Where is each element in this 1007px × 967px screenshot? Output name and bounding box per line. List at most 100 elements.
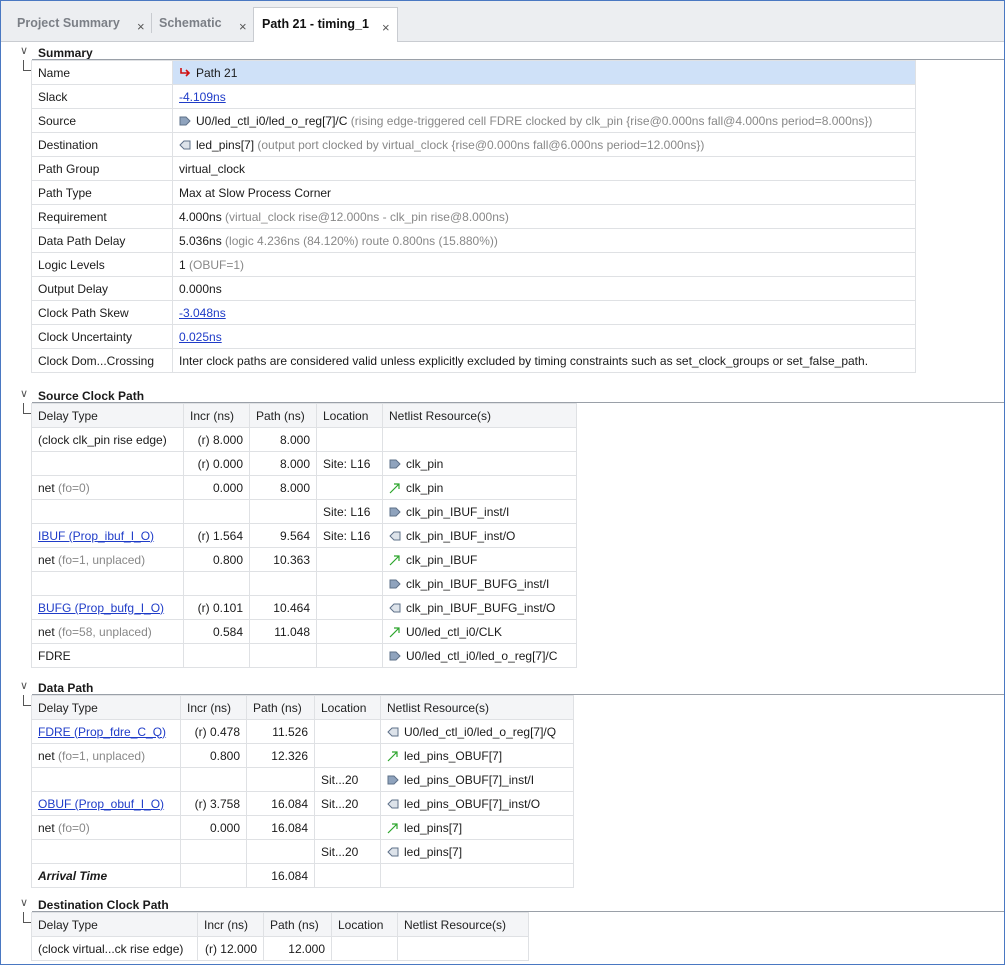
source-clock-path-header[interactable]: ∨ Source Clock Path (1, 387, 1004, 403)
table-row[interactable]: Site: L16 clk_pin_IBUF_inst/I (31, 499, 577, 524)
location-cell: Site: L16 (316, 523, 383, 548)
table-row[interactable]: OBUF (Prop_obuf_I_O) (r) 3.758 16.084 Sit..… (31, 791, 574, 816)
column-header[interactable]: Path (ns) (246, 695, 315, 720)
table-row[interactable]: Sit...20 led_pins[7] (31, 839, 574, 864)
table-row[interactable]: FDRE (Prop_fdre_C_Q) (r) 0.478 11.526 U0/le… (31, 719, 574, 744)
netlist-resource[interactable]: led_pins[7] (404, 845, 462, 859)
summary-row[interactable]: Name Path 21 (31, 60, 916, 85)
netlist-resource[interactable]: clk_pin_IBUF (406, 553, 477, 567)
summary-value[interactable]: -4.109ns (179, 90, 226, 104)
summary-row[interactable]: Requirement 4.000ns (virtual_clock rise@1… (31, 204, 916, 229)
netlist-resource[interactable]: led_pins[7] (404, 821, 462, 835)
table-row[interactable]: (clock clk_pin rise edge) (r) 8.000 8.000 (31, 427, 577, 452)
netlist-resource[interactable]: clk_pin (406, 457, 443, 471)
summary-row[interactable]: Clock Path Skew -3.048ns (31, 300, 916, 325)
path-icon (180, 68, 191, 77)
summary-value[interactable]: 0.025ns (179, 330, 222, 344)
summary-row[interactable]: Slack -4.109ns (31, 84, 916, 109)
tab-schematic[interactable]: Schematic × (151, 7, 251, 41)
table-row[interactable]: Arrival Time 16.084 (31, 863, 574, 888)
column-header[interactable]: Netlist Resource(s) (382, 403, 577, 428)
summary-row[interactable]: Logic Levels 1 (OBUF=1) (31, 252, 916, 277)
path-cell (246, 767, 315, 792)
netlist-resource-cell: U0/led_ctl_i0/CLK (382, 619, 577, 644)
summary-row[interactable]: Clock Dom...Crossing Inter clock paths ar… (31, 348, 916, 373)
location-cell (316, 571, 383, 596)
column-header[interactable]: Path (ns) (249, 403, 317, 428)
table-row[interactable]: net (fo=1, unplaced) 0.800 10.363 clk_pin_I… (31, 547, 577, 572)
summary-value[interactable]: -3.048ns (179, 306, 226, 320)
delay-type[interactable]: BUFG (Prop_bufg_I_O) (38, 601, 164, 615)
netlist-resource-cell: clk_pin_IBUF (382, 547, 577, 572)
summary-table: Name Path 21 Slack -4.109ns Source U0/led_ctl… (31, 60, 916, 373)
destination-clock-path-header[interactable]: ∨ Destination Clock Path (1, 896, 1004, 912)
netlist-resource[interactable]: led_pins_OBUF[7]_inst/I (404, 773, 534, 787)
table-row[interactable]: (clock virtual...ck rise edge) (r) 12.000… (31, 936, 529, 961)
summary-label: Name (31, 60, 173, 85)
column-header[interactable]: Incr (ns) (183, 403, 250, 428)
tab-path-21-timing[interactable]: Path 21 - timing_1 × (253, 7, 398, 42)
tab-project-summary[interactable]: Project Summary × (9, 7, 149, 41)
table-row[interactable]: FDRE U0/led_ctl_i0/led_o_reg[7]/C (31, 643, 577, 668)
data-path-header[interactable]: ∨ Data Path (1, 679, 1004, 695)
summary-row[interactable]: Path Group virtual_clock (31, 156, 916, 181)
summary-row[interactable]: Data Path Delay 5.036ns (logic 4.236ns (8… (31, 228, 916, 253)
netlist-resource[interactable]: clk_pin_IBUF_inst/I (406, 505, 509, 519)
location-cell: Site: L16 (316, 499, 383, 524)
table-row[interactable]: net (fo=0) 0.000 16.084 led_pins[7] (31, 815, 574, 840)
netlist-resource-cell: clk_pin_IBUF_inst/O (382, 523, 577, 548)
netlist-resource[interactable]: U0/led_ctl_i0/led_o_reg[7]/C (406, 649, 557, 663)
netlist-resource[interactable]: clk_pin_IBUF_inst/O (406, 529, 515, 543)
close-icon[interactable]: × (239, 19, 247, 34)
table-row[interactable]: net (fo=0) 0.000 8.000 clk_pin (31, 475, 577, 500)
summary-row[interactable]: Source U0/led_ctl_i0/led_o_reg[7]/C (risi… (31, 108, 916, 133)
summary-row[interactable]: Clock Uncertainty 0.025ns (31, 324, 916, 349)
column-header[interactable]: Incr (ns) (197, 912, 264, 937)
column-header[interactable]: Delay Type (31, 695, 181, 720)
column-header[interactable]: Path (ns) (263, 912, 332, 937)
column-header[interactable]: Incr (ns) (180, 695, 247, 720)
summary-row[interactable]: Output Delay 0.000ns (31, 276, 916, 301)
column-header[interactable]: Delay Type (31, 403, 184, 428)
input-pin-icon (179, 116, 191, 126)
delay-type[interactable]: FDRE (Prop_fdre_C_Q) (38, 725, 166, 739)
timing-report-window: Project Summary × Schematic × Path 21 - … (0, 0, 1005, 965)
summary-note: (logic 4.236ns (84.120%) route 0.800ns (… (225, 233, 498, 248)
column-header[interactable]: Location (331, 912, 398, 937)
tree-connector (23, 912, 24, 922)
table-row[interactable]: Sit...20 led_pins_OBUF[7]_inst/I (31, 767, 574, 792)
column-header[interactable]: Location (316, 403, 383, 428)
summary-section-header[interactable]: ∨ Summary (1, 44, 1004, 60)
netlist-resource[interactable]: led_pins_OBUF[7]_inst/O (404, 797, 540, 811)
table-row[interactable]: net (fo=58, unplaced) 0.584 11.048 U0/led_c… (31, 619, 577, 644)
netlist-resource[interactable]: clk_pin_IBUF_BUFG_inst/O (406, 601, 555, 615)
chevron-down-icon[interactable]: ∨ (20, 896, 28, 909)
close-icon[interactable]: × (137, 19, 145, 34)
table-row[interactable]: (r) 0.000 8.000 Site: L16 clk_pin (31, 451, 577, 476)
column-header[interactable]: Location (314, 695, 381, 720)
chevron-down-icon[interactable]: ∨ (20, 387, 28, 400)
delay-type: FDRE (38, 648, 71, 663)
close-icon[interactable]: × (382, 20, 390, 35)
column-header[interactable]: Delay Type (31, 912, 198, 937)
chevron-down-icon[interactable]: ∨ (20, 679, 28, 692)
summary-row[interactable]: Path Type Max at Slow Process Corner (31, 180, 916, 205)
netlist-resource[interactable]: led_pins_OBUF[7] (404, 749, 502, 763)
netlist-resource[interactable]: U0/led_ctl_i0/led_o_reg[7]/Q (404, 725, 556, 739)
netlist-resource[interactable]: clk_pin_IBUF_BUFG_inst/I (406, 577, 549, 591)
location-cell (316, 643, 383, 668)
incr-cell (183, 499, 250, 524)
chevron-down-icon[interactable]: ∨ (20, 44, 28, 57)
table-row[interactable]: clk_pin_IBUF_BUFG_inst/I (31, 571, 577, 596)
summary-row[interactable]: Destination led_pins[7] (output port cloc… (31, 132, 916, 157)
table-row[interactable]: BUFG (Prop_bufg_I_O) (r) 0.101 10.464 clk_p… (31, 595, 577, 620)
column-header[interactable]: Netlist Resource(s) (380, 695, 574, 720)
netlist-resource[interactable]: U0/led_ctl_i0/CLK (406, 625, 502, 639)
table-row[interactable]: net (fo=1, unplaced) 0.800 12.326 led_pins_… (31, 743, 574, 768)
column-header[interactable]: Netlist Resource(s) (397, 912, 529, 937)
delay-type[interactable]: IBUF (Prop_ibuf_I_O) (38, 529, 154, 543)
table-row[interactable]: IBUF (Prop_ibuf_I_O) (r) 1.564 9.564 Site: … (31, 523, 577, 548)
delay-type[interactable]: OBUF (Prop_obuf_I_O) (38, 797, 164, 811)
netlist-resource[interactable]: clk_pin (406, 481, 443, 495)
delay-type-cell: FDRE (Prop_fdre_C_Q) (31, 719, 181, 744)
